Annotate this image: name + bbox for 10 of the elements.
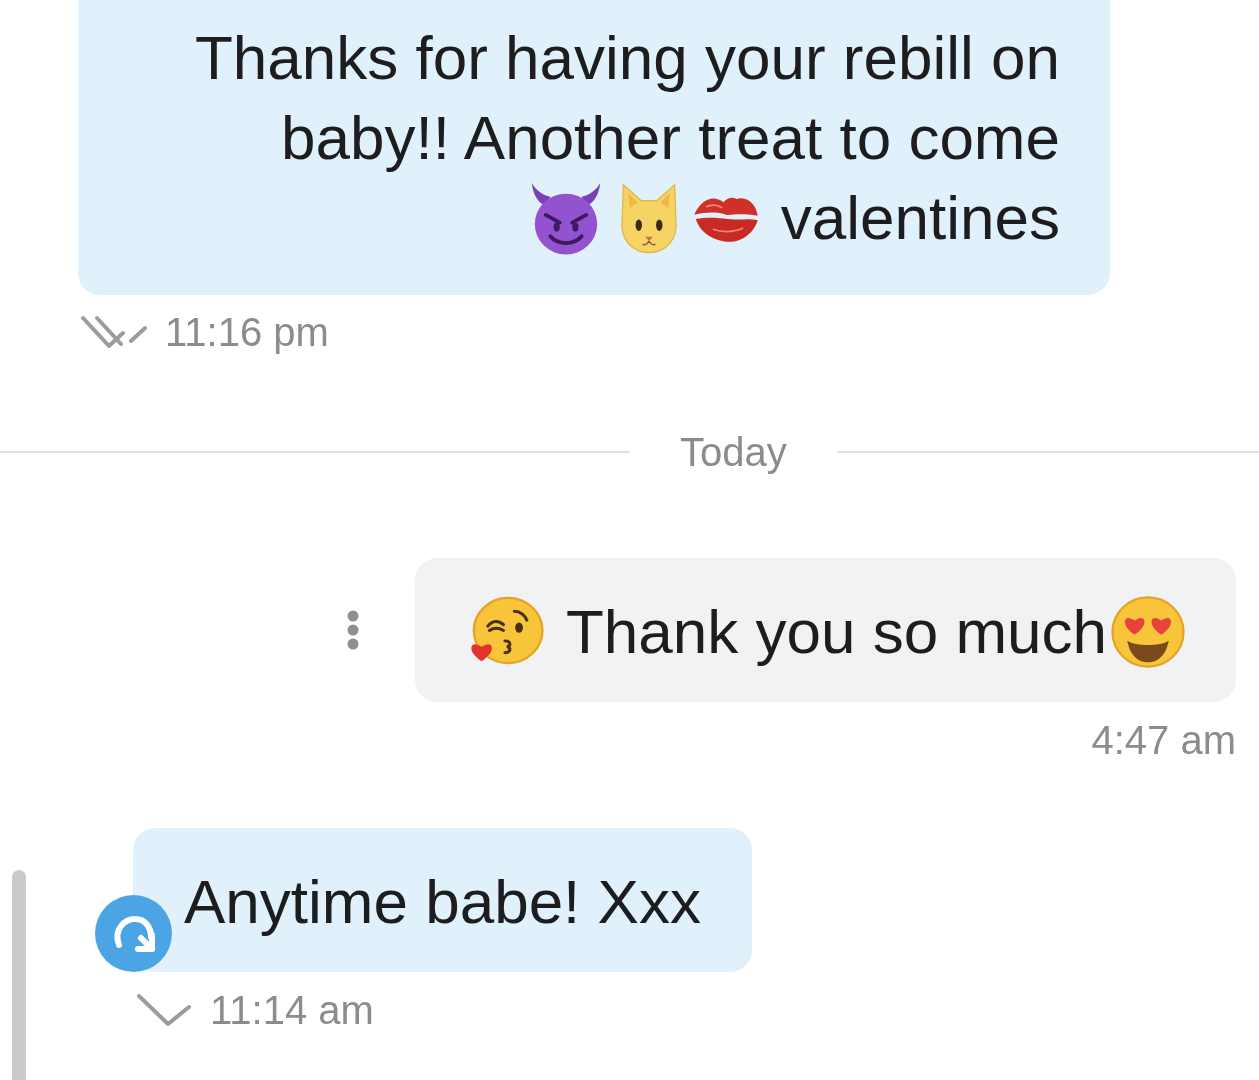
heart-eyes-face-icon [1111,596,1185,668]
message-text: Anytime babe! Xxx [184,866,701,938]
date-divider-label: Today [680,430,787,474]
message-text: valentines [780,182,1060,254]
more-options-icon[interactable] [346,610,359,650]
scrollbar[interactable] [12,870,26,1080]
message-text: Thank you so much [565,596,1107,668]
timestamp: 11:14 am [210,988,374,1032]
timestamp: 4:47 am [1091,718,1236,762]
timestamp: 11:16 pm [165,310,329,354]
